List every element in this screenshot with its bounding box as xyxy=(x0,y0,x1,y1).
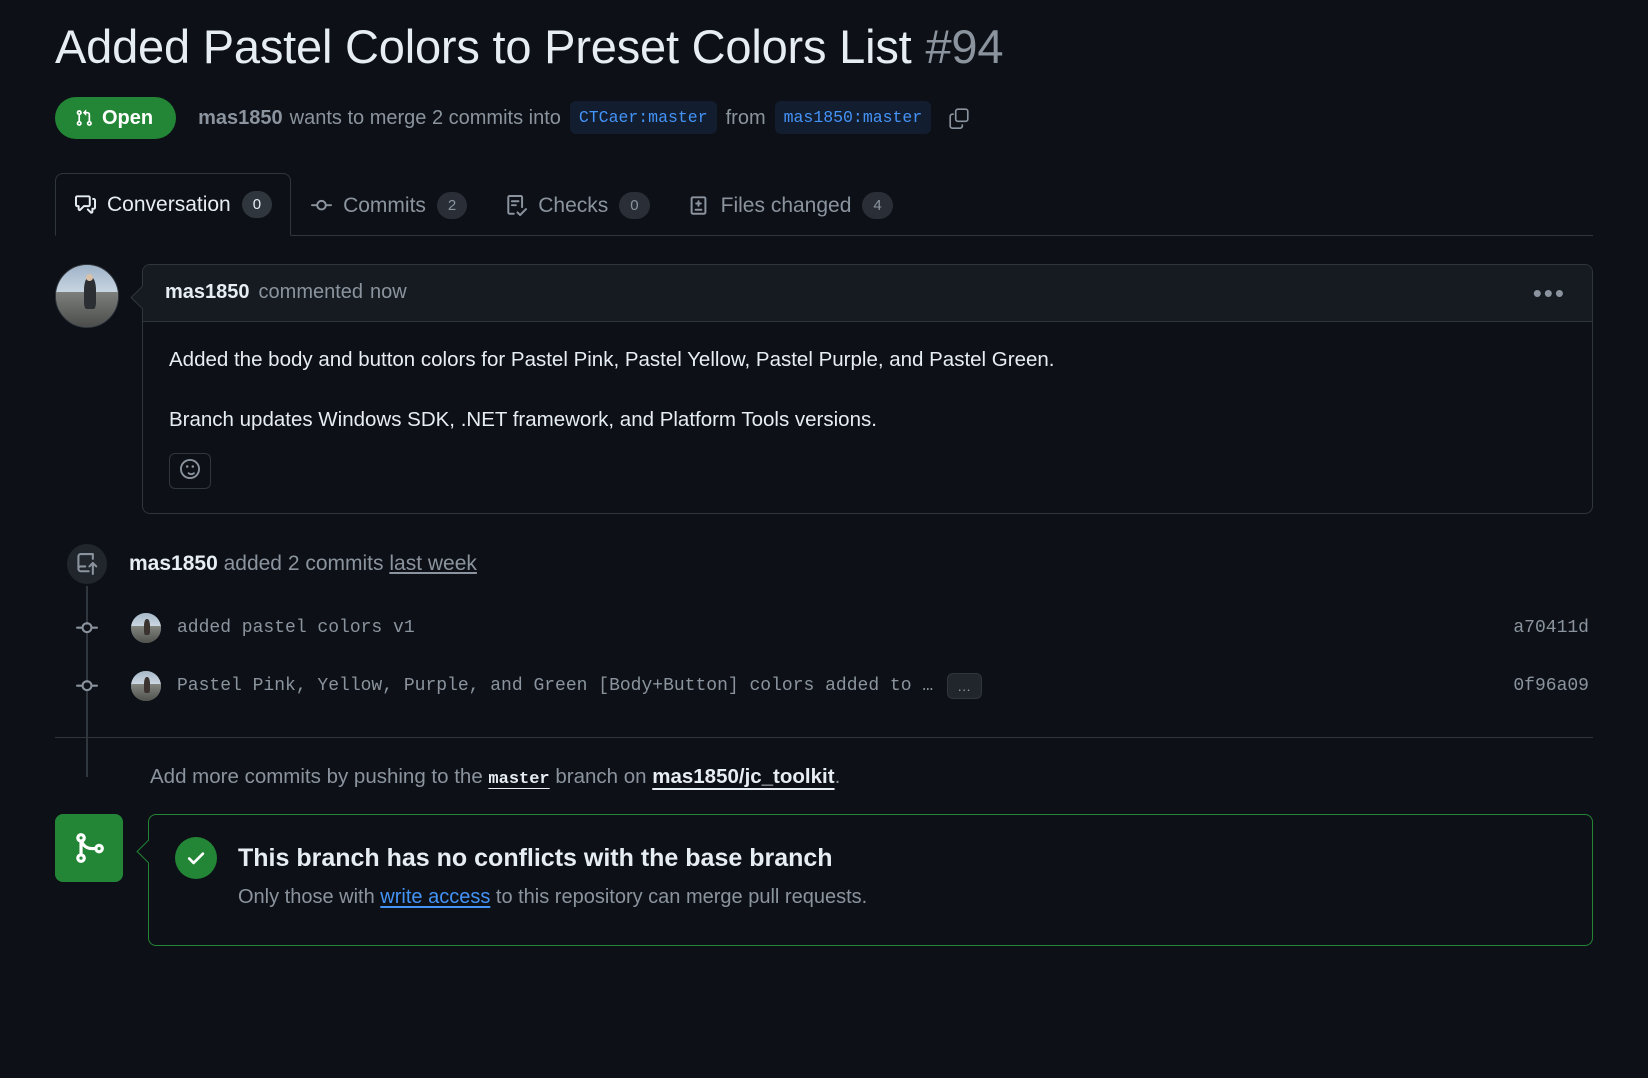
git-merge-icon xyxy=(55,814,123,883)
pr-meta-text: mas1850 wants to merge 2 commits into CT… xyxy=(198,101,973,135)
file-diff-icon xyxy=(688,195,710,216)
tab-conversation-label: Conversation xyxy=(107,192,231,216)
write-access-link[interactable]: write access xyxy=(380,886,490,908)
tab-commits[interactable]: Commits 2 xyxy=(291,174,486,236)
push-hint-prefix: Add more commits by pushing to the xyxy=(150,765,483,789)
push-commits-hint: Add more commits by pushing to the maste… xyxy=(150,765,1593,789)
status-badge: Open xyxy=(55,96,177,139)
commit-sha[interactable]: 0f96a09 xyxy=(1513,676,1593,696)
push-event-author[interactable]: mas1850 xyxy=(129,552,218,575)
comment-author[interactable]: mas1850 xyxy=(165,281,250,304)
push-event-time[interactable]: last week xyxy=(389,552,477,575)
pr-merge-text: wants to merge 2 commits into xyxy=(289,106,561,129)
merge-status-subtitle: Only those with write access to this rep… xyxy=(238,886,1566,909)
comment-card: mas1850 commented now ••• Added the body… xyxy=(142,263,1593,515)
avatar[interactable] xyxy=(131,671,161,702)
comment-action: commented xyxy=(258,281,364,304)
pr-title-text: Added Pastel Colors to Preset Colors Lis… xyxy=(55,20,912,73)
repo-push-icon xyxy=(65,542,109,587)
push-hint-branch[interactable]: master xyxy=(488,770,549,789)
timeline-event-text: mas1850 added 2 commits last week xyxy=(129,552,477,576)
push-hint-middle: branch on xyxy=(555,765,647,789)
expand-commit-message-button[interactable]: … xyxy=(947,673,983,700)
tab-files-changed-count: 4 xyxy=(862,191,893,219)
commit-message[interactable]: Pastel Pink, Yellow, Purple, and Green [… xyxy=(177,676,933,696)
merge-status-box: This branch has no conflicts with the ba… xyxy=(148,814,1593,947)
tab-checks-label: Checks xyxy=(538,193,609,217)
comment-timestamp: now xyxy=(370,281,407,304)
divider xyxy=(55,737,1593,739)
smiley-icon xyxy=(180,458,200,484)
tab-checks-count: 0 xyxy=(619,191,650,219)
merge-status-title: This branch has no conflicts with the ba… xyxy=(238,843,833,872)
add-reaction-button[interactable] xyxy=(169,453,211,490)
comment-paragraph-2: Branch updates Windows SDK, .NET framewo… xyxy=(169,407,877,431)
pr-meta-row: Open mas1850 wants to merge 2 commits in… xyxy=(55,96,1593,139)
tab-files-changed[interactable]: Files changed 4 xyxy=(669,174,912,236)
tab-commits-label: Commits xyxy=(343,193,426,217)
git-commit-icon xyxy=(65,675,109,697)
push-event-action: added 2 commits xyxy=(223,552,384,576)
commit-row: added pastel colors v1 a70411d xyxy=(55,599,1593,657)
commit-row: Pastel Pink, Yellow, Purple, and Green [… xyxy=(55,657,1593,715)
conversation-timeline: mas1850 commented now ••• Added the body… xyxy=(55,263,1593,947)
check-icon xyxy=(175,837,217,880)
checklist-icon xyxy=(505,194,527,216)
head-branch-chip[interactable]: mas1850:master xyxy=(774,101,932,135)
comment-header: mas1850 commented now ••• xyxy=(143,264,1592,322)
from-label: from xyxy=(725,106,766,129)
merge-subtitle-prefix: Only those with xyxy=(238,886,375,909)
merge-status-section: This branch has no conflicts with the ba… xyxy=(55,814,1593,947)
copy-icon[interactable] xyxy=(945,104,973,132)
pr-author[interactable]: mas1850 xyxy=(198,104,283,132)
tab-checks[interactable]: Checks 0 xyxy=(486,174,668,236)
commit-message[interactable]: added pastel colors v1 xyxy=(177,618,415,638)
tab-conversation-count: 0 xyxy=(241,190,273,218)
merge-status-headline: This branch has no conflicts with the ba… xyxy=(175,837,1566,880)
kebab-horizontal-icon[interactable]: ••• xyxy=(1529,280,1570,306)
comment-discussion-icon xyxy=(74,194,96,215)
status-badge-label: Open xyxy=(102,106,154,129)
push-hint-repo-link[interactable]: mas1850/jc_toolkit xyxy=(652,765,834,788)
pr-number: #94 xyxy=(925,20,1004,73)
git-commit-icon xyxy=(310,195,332,216)
comment-thread: mas1850 commented now ••• Added the body… xyxy=(55,263,1593,515)
base-branch-chip[interactable]: CTCaer:master xyxy=(569,101,717,135)
commit-sha[interactable]: a70411d xyxy=(1513,618,1593,638)
timeline-event-push: mas1850 added 2 commits last week xyxy=(55,542,1593,587)
pull-request-page: Added Pastel Colors to Preset Colors Lis… xyxy=(0,0,1648,1078)
merge-subtitle-suffix: to this repository can merge pull reques… xyxy=(495,886,868,909)
tab-conversation[interactable]: Conversation 0 xyxy=(55,172,292,236)
comment-paragraph-1: Added the body and button colors for Pas… xyxy=(169,347,1055,371)
comment-body: Added the body and button colors for Pas… xyxy=(143,322,1592,514)
avatar[interactable] xyxy=(131,613,161,644)
page-title: Added Pastel Colors to Preset Colors Lis… xyxy=(55,0,1593,77)
git-commit-icon xyxy=(65,617,109,639)
tab-commits-count: 2 xyxy=(436,191,468,219)
push-hint-suffix: . xyxy=(834,765,841,789)
pull-request-icon xyxy=(75,109,93,127)
avatar[interactable] xyxy=(55,263,119,328)
pr-tabs: Conversation 0 Commits 2 Checks 0 Files … xyxy=(55,172,1593,236)
tab-files-changed-label: Files changed xyxy=(720,193,852,217)
